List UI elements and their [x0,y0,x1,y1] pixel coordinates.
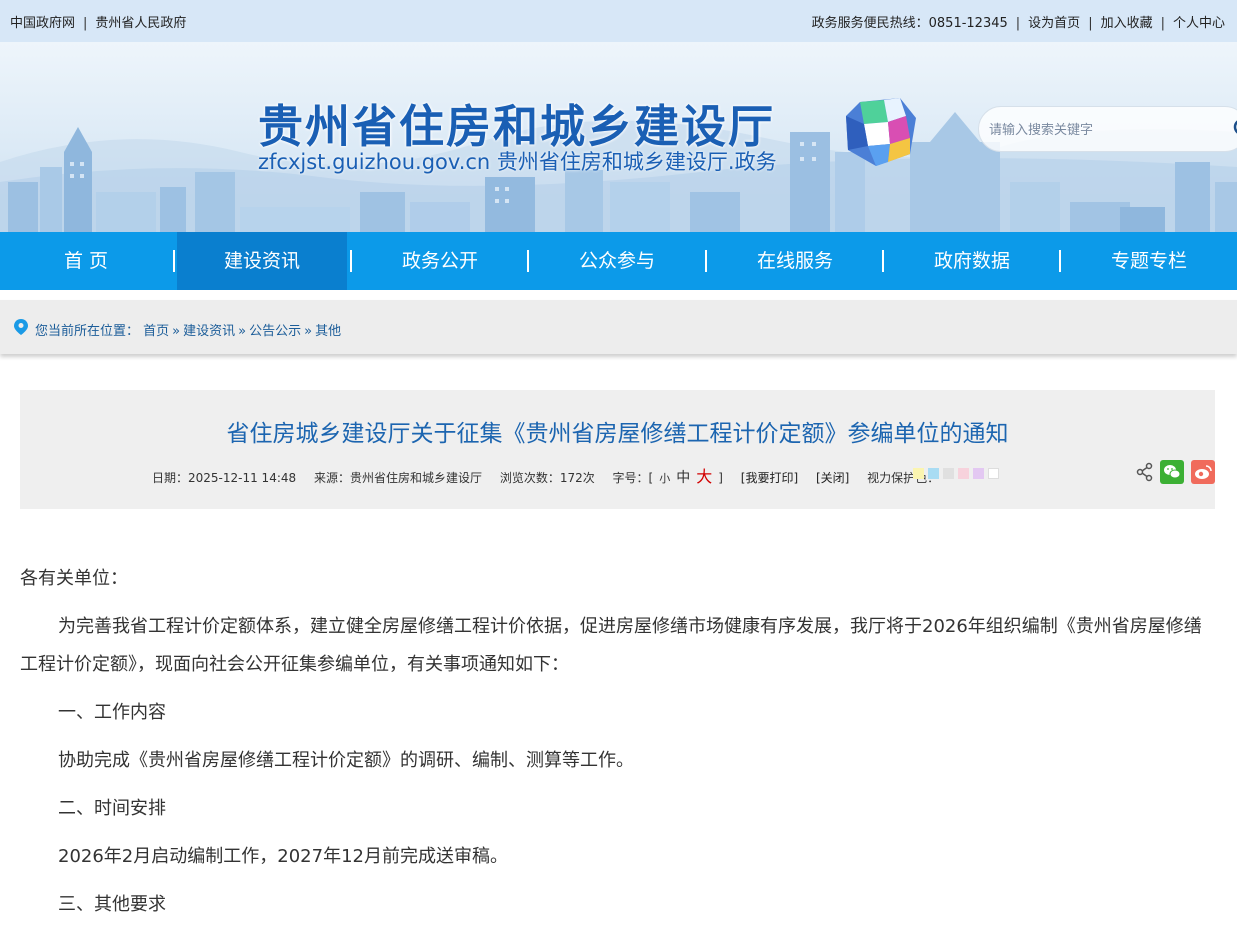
share-icon[interactable] [1135,462,1155,482]
set-homepage-link[interactable]: 设为首页 [1028,16,1080,31]
eye-color-swatch-4[interactable] [973,468,984,479]
content-paragraph: 为完善我省工程计价定额体系，建立健全房屋修缮工程计价依据，促进房屋修缮市场健康有… [20,616,1202,675]
nav-gov-affairs[interactable]: 政务公开 [354,232,526,290]
top-bar: 中国政府网 | 贵州省人民政府 政务服务便民热线：0851-12345 | 设为首页 | 加… [0,0,1237,42]
personal-center-link[interactable]: 个人中心 [1173,16,1225,31]
nav-divider [1059,250,1061,272]
search-icon[interactable] [1231,116,1237,142]
nav-divider [882,250,884,272]
font-small-button[interactable]: 小 [659,472,670,485]
article-title: 省住房城乡建设厅关于征集《贵州省房屋修缮工程计价定额》参编单位的通知 [226,421,1009,447]
weibo-icon[interactable] [1191,460,1215,484]
gov-cn-link[interactable]: 中国政府网 [10,16,75,31]
breadcrumb-separator: » [304,324,313,339]
breadcrumb-bar: 您当前所在位置： 首页» 建设资讯» 公告公示» 其他 [0,300,1237,354]
site-subtitle: zfcxjst.guizhou.gov.cn 贵州省住房和城乡建设厅.政务 [258,150,777,174]
breadcrumb-home[interactable]: 首页 [143,324,169,339]
nav-online-service[interactable]: 在线服务 [709,232,881,290]
nav-public-participation[interactable]: 公众参与 [531,232,703,290]
font-size-control: 字号：[ 小中大] [612,467,723,486]
separator: | [1088,16,1093,31]
nav-gov-data[interactable]: 政府数据 [886,232,1058,290]
eye-color-swatch-0[interactable] [913,468,924,479]
hotline-number: 0851-12345 [928,16,1008,31]
hotline-label: 政务服务便民热线： [811,16,929,31]
breadcrumb-separator: » [238,324,247,339]
content-heading: 三、其他要求 [58,894,166,915]
font-medium-button[interactable]: 中 [676,470,690,486]
wechat-icon[interactable] [1160,460,1184,484]
logo-cube-icon [846,98,916,166]
separator: | [1015,16,1021,31]
main-nav: 首 页 建设资讯 政务公开 公众参与 在线服务 政府数据 专题专栏 [0,232,1237,290]
content-paragraph: 2026年2月启动编制工作，2027年12月前完成送审稿。 [58,846,508,867]
breadcrumb-separator: » [172,324,181,339]
article-date: 日期：2025-12-11 14:48 [152,471,297,485]
nav-divider [705,250,707,272]
separator: | [1160,16,1165,31]
breadcrumb: 您当前所在位置： 首页» 建设资讯» 公告公示» 其他 [35,320,341,339]
eye-color-swatch-1[interactable] [928,468,939,479]
breadcrumb-construction-news[interactable]: 建设资讯 [183,324,235,339]
nav-divider [350,250,352,272]
article-views: 浏览次数：172次 [499,471,595,485]
close-link[interactable]: [关闭] [816,471,849,485]
font-size-label: 字号：[ [612,471,654,485]
font-size-close-bracket: ] [718,471,723,485]
eye-color-swatch-2[interactable] [943,468,954,479]
nav-divider [527,250,529,272]
font-large-button[interactable]: 大 [696,467,712,486]
location-pin-icon [14,319,28,335]
search-box [978,106,1237,152]
nav-divider [173,250,175,272]
article-meta: 日期：2025-12-11 14:48 来源：贵州省住房和城乡建设厅 浏览次数：… [152,463,953,487]
article-content: 各有关单位： 为完善我省工程计价定额体系，建立健全房屋修缮工程计价依据，促进房屋… [20,560,1215,929]
eye-protect-swatches [913,464,1003,479]
nav-special-topics[interactable]: 专题专栏 [1063,232,1235,290]
top-right-links: 政务服务便民热线：0851-12345 | 设为首页 | 加入收藏 | 个人中心 [812,12,1225,31]
gz-gov-link[interactable]: 贵州省人民政府 [95,16,186,31]
article-source: 来源：贵州省住房和城乡建设厅 [313,471,482,485]
breadcrumb-other[interactable]: 其他 [315,324,341,339]
print-link[interactable]: [我要打印] [741,471,798,485]
article-header: 省住房城乡建设厅关于征集《贵州省房屋修缮工程计价定额》参编单位的通知 日期：20… [20,390,1215,509]
nav-home[interactable]: 首 页 [0,232,172,290]
top-left-links: 中国政府网 | 贵州省人民政府 [10,12,186,31]
add-favorite-link[interactable]: 加入收藏 [1101,16,1153,31]
site-banner: 贵州省住房和城乡建设厅 zfcxjst.guizhou.gov.cn 贵州省住房… [0,42,1237,232]
breadcrumb-announcements[interactable]: 公告公示 [249,324,301,339]
content-heading: 二、时间安排 [58,798,166,819]
content-salutation: 各有关单位： [20,568,128,589]
search-input[interactable] [989,120,1219,140]
eye-color-swatch-3[interactable] [958,468,969,479]
breadcrumb-prefix: 您当前所在位置： [35,324,140,339]
separator: | [83,16,88,31]
nav-construction-news[interactable]: 建设资讯 [177,232,347,290]
eye-color-swatch-5[interactable] [988,468,999,479]
content-heading: 一、工作内容 [58,702,166,723]
content-paragraph: 协助完成《贵州省房屋修缮工程计价定额》的调研、编制、测算等工作。 [58,750,634,771]
